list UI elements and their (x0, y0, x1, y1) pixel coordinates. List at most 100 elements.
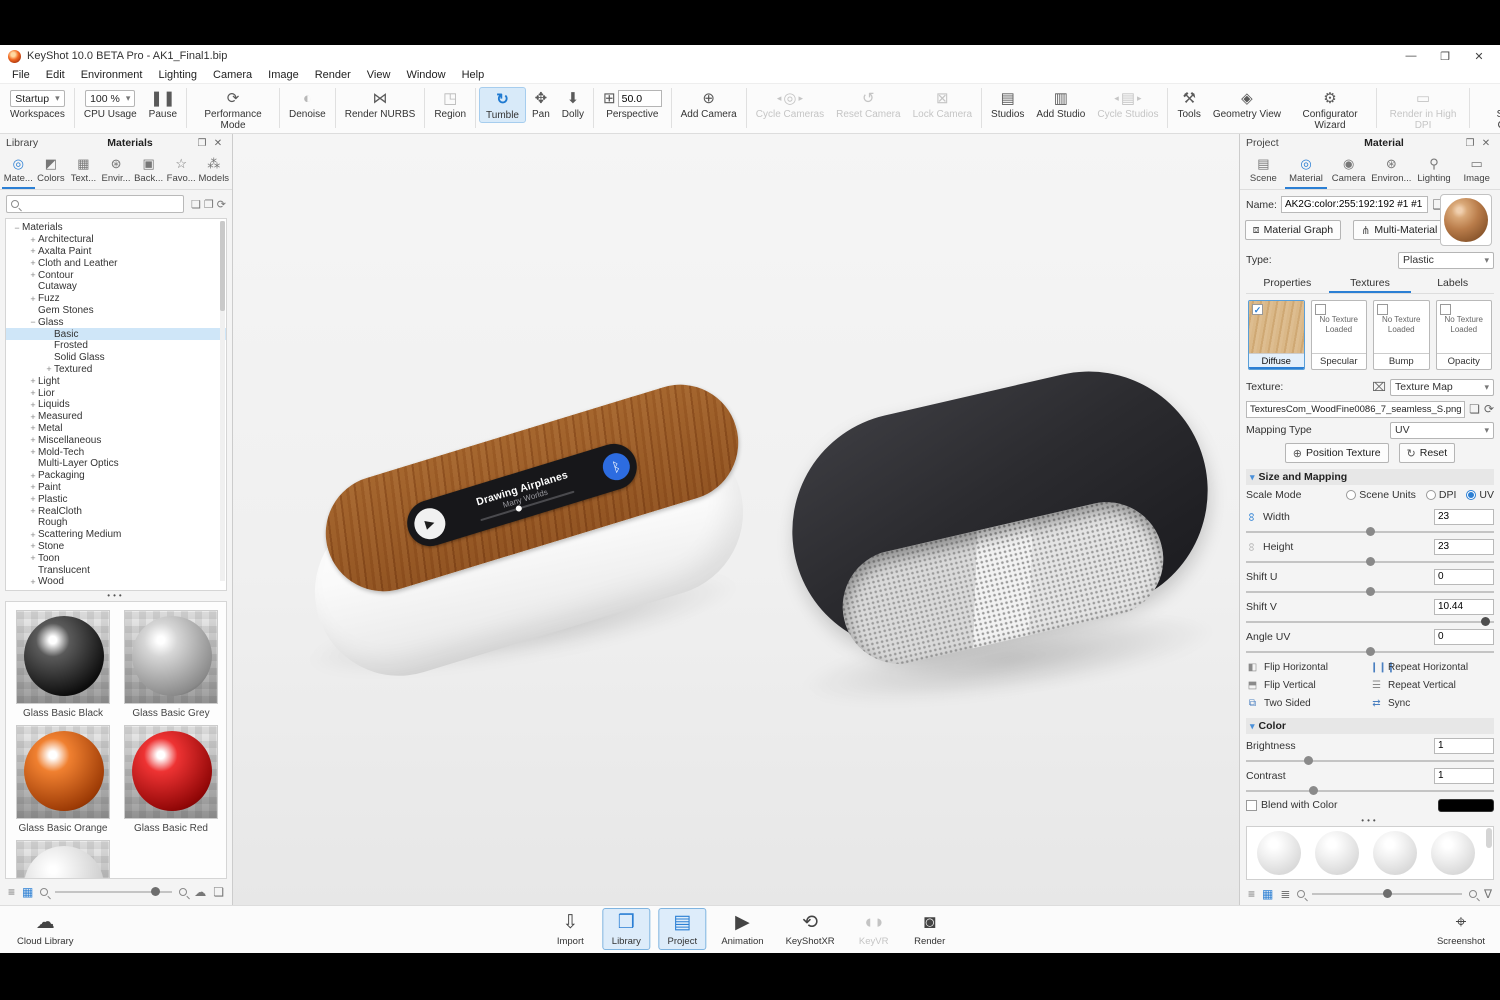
preview-size-handle[interactable] (1383, 889, 1392, 898)
expand-icon[interactable]: + (28, 577, 38, 587)
thumbnail-size-slider[interactable] (55, 891, 172, 893)
filter-icon[interactable]: ∇ (1484, 888, 1492, 900)
expand-icon[interactable]: + (28, 376, 38, 386)
texture-slot-diffuse[interactable]: ✓Diffuse (1248, 300, 1305, 370)
dock-render-button[interactable]: ◙Render (906, 908, 954, 950)
panel-splitter[interactable]: ••• (0, 591, 232, 601)
detail-view-icon[interactable]: ≣ (1280, 888, 1290, 900)
menu-view[interactable]: View (359, 69, 399, 81)
perspective-button[interactable]: ⊞Perspective (597, 87, 668, 121)
tree-item-realcloth[interactable]: +RealCloth (6, 505, 226, 517)
tree-item-packaging[interactable]: +Packaging (6, 470, 226, 482)
dolly-button[interactable]: ⬇Dolly (556, 87, 590, 121)
tree-item-measured[interactable]: +Measured (6, 411, 226, 423)
shift-u-slider-handle[interactable] (1366, 587, 1375, 596)
project-tab-image[interactable]: ▭Image (1455, 154, 1498, 189)
add-folder-icon[interactable]: ❏ (213, 886, 224, 898)
tree-item-toon[interactable]: +Toon (6, 552, 226, 564)
menu-image[interactable]: Image (260, 69, 307, 81)
maximize-button[interactable]: ❐ (1428, 50, 1462, 63)
region-button[interactable]: ◳Region (428, 87, 472, 121)
close-button[interactable]: ✕ (1462, 50, 1496, 63)
tree-item-translucent[interactable]: Translucent (6, 564, 226, 576)
menu-edit[interactable]: Edit (38, 69, 73, 81)
texture-slot-checkbox[interactable] (1315, 304, 1326, 315)
grid-view-icon[interactable]: ▦ (22, 886, 33, 898)
width-input[interactable] (1434, 509, 1494, 525)
menu-help[interactable]: Help (454, 69, 493, 81)
width-slider[interactable] (1246, 531, 1494, 533)
next-arrow-icon[interactable]: ▸ (798, 93, 803, 104)
shift-v-slider[interactable] (1246, 621, 1494, 623)
float-panel-icon[interactable]: ❐ (1462, 138, 1478, 149)
expand-icon[interactable]: + (28, 530, 38, 540)
studios-button[interactable]: ▤Studios (985, 87, 1030, 121)
blend-color-swatch[interactable] (1438, 799, 1494, 812)
position-texture-button[interactable]: ⊕ Position Texture (1285, 443, 1389, 463)
shift-v-input[interactable] (1434, 599, 1494, 615)
tree-item-mold-tech[interactable]: +Mold-Tech (6, 446, 226, 458)
pan-button[interactable]: ✥Pan (526, 87, 556, 121)
expand-icon[interactable]: + (28, 270, 38, 280)
blend-with-color-checkbox[interactable] (1246, 800, 1257, 811)
library-tab-textures[interactable]: ▦Text... (67, 154, 100, 189)
expand-icon[interactable]: + (28, 235, 38, 245)
library-tab-favorites[interactable]: ☆Favo... (165, 154, 198, 189)
tree-item-miscellaneous[interactable]: +Miscellaneous (6, 434, 226, 446)
configurator-wizard-button[interactable]: ⚙Configurator Wizard (1287, 87, 1373, 132)
material-thumb-glass-basic-black[interactable]: Glass Basic Black (16, 610, 110, 719)
open-file-icon[interactable]: ❏ (1469, 402, 1480, 416)
prev-arrow-icon[interactable]: ◂ (1114, 93, 1119, 104)
width-slider-handle[interactable] (1366, 527, 1375, 536)
tree-item-liquids[interactable]: +Liquids (6, 399, 226, 411)
add-studio-button[interactable]: ▥Add Studio (1030, 87, 1091, 121)
tree-item-rough[interactable]: Rough (6, 517, 226, 529)
texture-type-dropdown[interactable]: Texture Map ▾ (1390, 379, 1494, 396)
texture-slot-opacity[interactable]: No Texture LoadedOpacity (1436, 300, 1493, 370)
expand-icon[interactable]: + (28, 553, 38, 563)
subtab-properties[interactable]: Properties (1246, 274, 1329, 293)
expand-icon[interactable]: + (28, 400, 38, 410)
brightness-slider[interactable] (1246, 760, 1494, 762)
workspaces-button[interactable]: Startup▾Workspaces (4, 87, 71, 121)
tree-item-stone[interactable]: +Stone (6, 541, 226, 553)
tree-item-gem-stones[interactable]: Gem Stones (6, 305, 226, 317)
material-thumb-partial[interactable] (16, 840, 110, 879)
perspective-input[interactable] (618, 90, 662, 107)
texture-slot-specular[interactable]: No Texture LoadedSpecular (1311, 300, 1368, 370)
tree-item-architectural[interactable]: +Architectural (6, 234, 226, 246)
preview-sphere[interactable] (1257, 831, 1301, 875)
expand-icon[interactable]: + (28, 447, 38, 457)
tumble-button[interactable]: ↻Tumble (479, 87, 526, 123)
expand-icon[interactable]: + (28, 246, 38, 256)
menu-camera[interactable]: Camera (205, 69, 260, 81)
scripting-console-button[interactable]: ›_Scripting Console (1473, 87, 1500, 132)
preview-sphere[interactable] (1315, 831, 1359, 875)
tree-item-multi-layer-optics[interactable]: Multi-Layer Optics (6, 458, 226, 470)
zoom-out-icon[interactable] (40, 888, 48, 896)
menu-lighting[interactable]: Lighting (150, 69, 205, 81)
list-view-icon[interactable]: ≡ (8, 886, 15, 898)
render-nurbs-button[interactable]: ⋈Render NURBS (339, 87, 422, 121)
project-tab-environment[interactable]: ⊛Environ... (1370, 154, 1413, 189)
realtime-viewport[interactable]: ▶ Drawing Airplanes Many Worlds ᛒ (233, 134, 1239, 905)
tree-item-scattering-medium[interactable]: +Scattering Medium (6, 529, 226, 541)
minimize-button[interactable]: — (1394, 50, 1428, 63)
preview-sphere[interactable] (1431, 831, 1475, 875)
cpu-usage-dropdown[interactable]: 100 %▾ (85, 90, 135, 107)
material-type-dropdown[interactable]: Plastic ▾ (1398, 252, 1494, 269)
project-tab-lighting[interactable]: ⚲Lighting (1413, 154, 1456, 189)
tree-item-cutaway[interactable]: Cutaway (6, 281, 226, 293)
search-input[interactable] (22, 197, 179, 211)
repeat-horizontal-toggle[interactable]: ❙❙❙Repeat Horizontal (1370, 659, 1494, 675)
add-camera-button[interactable]: ⊕Add Camera (675, 87, 743, 121)
size-mapping-section[interactable]: ▾ Size and Mapping (1246, 469, 1494, 485)
tree-item-solid-glass[interactable]: Solid Glass (6, 352, 226, 364)
tree-item-plastic[interactable]: +Plastic (6, 493, 226, 505)
panel-splitter[interactable]: ••• (1246, 816, 1494, 826)
texture-file-input[interactable] (1246, 401, 1465, 418)
dock-import-button[interactable]: ⇩Import (546, 908, 594, 950)
tree-item-textured[interactable]: +Textured (6, 364, 226, 376)
preview-sphere[interactable] (1373, 831, 1417, 875)
tree-item-materials[interactable]: −Materials (6, 222, 226, 234)
